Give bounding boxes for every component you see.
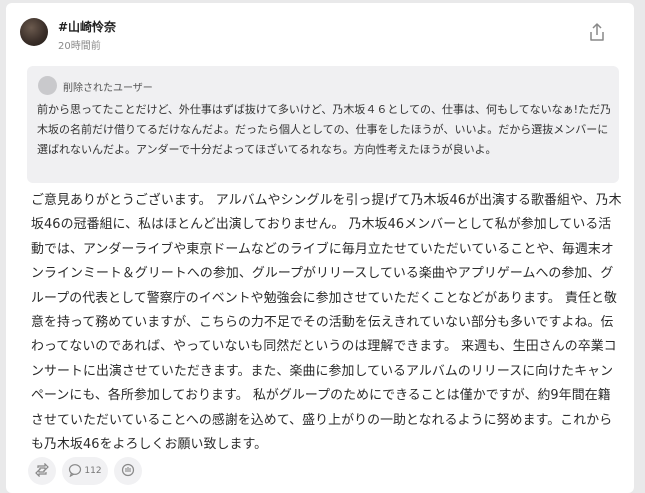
action-bar: 112 [28, 457, 328, 487]
comment-icon [68, 462, 82, 481]
reply-text: ご意見ありがとうございます。 アルバムやシングルを引っ提げて乃木坂46が出演する… [31, 193, 622, 453]
quoted-comment: 削除されたユーザー 前から思ってたことだけど、外仕事はずば抜けて多いけど、乃木坂… [27, 66, 619, 183]
share-icon[interactable] [586, 21, 608, 43]
quoted-text: 前から思ってたことだけど、外仕事はずば抜けて多いけど、乃木坂４６としての、仕事は… [37, 103, 612, 156]
post-time: 20時間前 [58, 41, 101, 52]
repost-button[interactable] [28, 457, 56, 485]
avatar[interactable] [20, 18, 48, 46]
reaction-icon [121, 462, 135, 481]
comment-button[interactable]: 112 [62, 457, 108, 485]
post-header: #山崎怜奈 20時間前 [20, 16, 620, 56]
quoted-author: 削除されたユーザー [63, 83, 153, 94]
reaction-button[interactable] [114, 457, 142, 485]
comment-count: 112 [84, 466, 102, 476]
post-card: #山崎怜奈 20時間前 削除されたユーザー 前から思ってたことだけど、外仕事はず… [6, 3, 634, 493]
author-name[interactable]: #山崎怜奈 [58, 18, 116, 35]
repost-icon [35, 462, 49, 481]
deleted-user-avatar [38, 76, 57, 95]
